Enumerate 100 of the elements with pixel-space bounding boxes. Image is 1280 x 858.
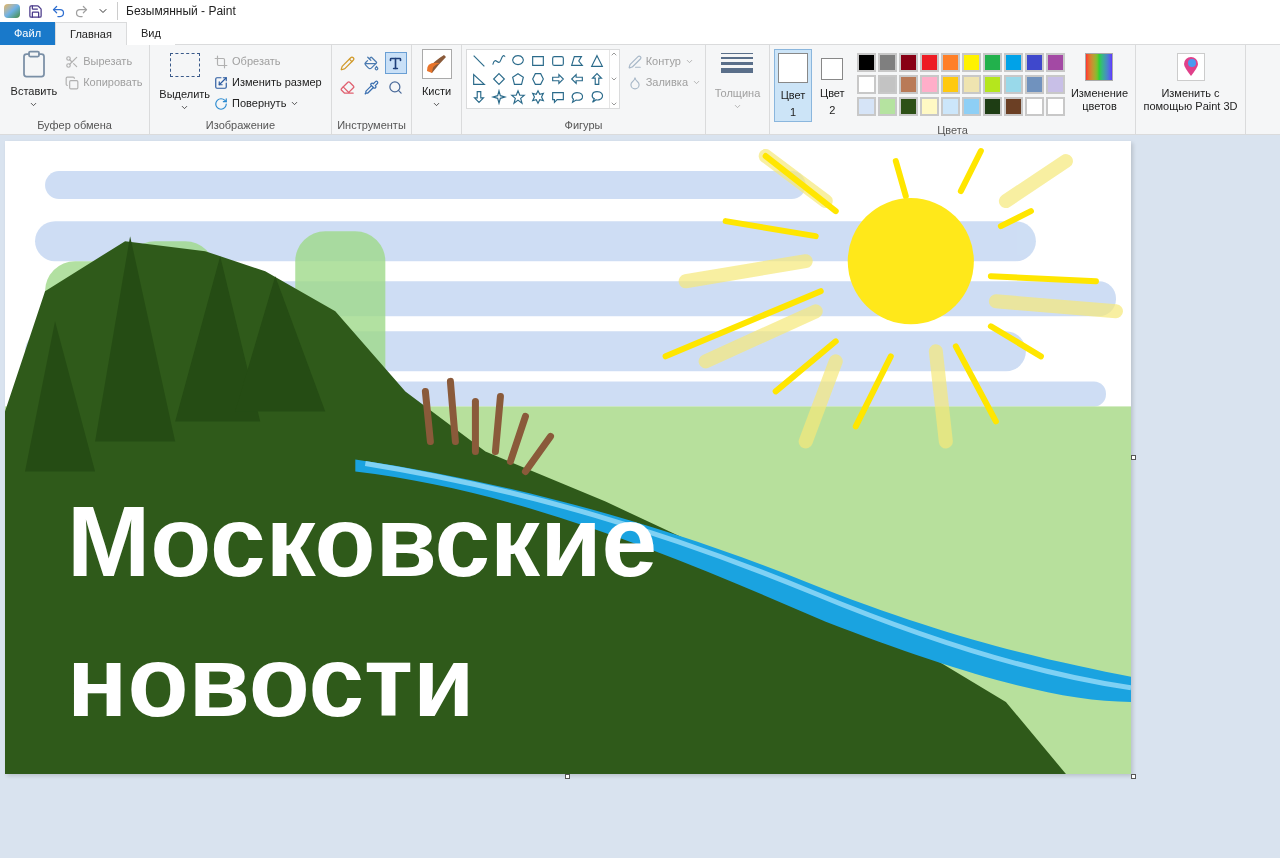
group-caption: Инструменты xyxy=(337,117,406,133)
palette-swatch[interactable] xyxy=(1003,53,1023,72)
shape-icon xyxy=(490,71,507,87)
color-slot-button[interactable]: Цвет 1 xyxy=(774,49,812,122)
shape-icon xyxy=(549,53,566,69)
eraser-icon xyxy=(340,79,355,95)
palette-swatch[interactable] xyxy=(940,97,960,116)
palette-swatch[interactable] xyxy=(877,75,897,94)
undo-icon[interactable] xyxy=(51,3,66,19)
color-slot-button[interactable]: Цвет 2 xyxy=(816,49,849,120)
ribbon-tab[interactable]: Файл xyxy=(0,22,56,45)
edit-colors-button[interactable]: Изменение цветов xyxy=(1067,49,1131,113)
shape-icon xyxy=(569,71,586,87)
palette-swatch[interactable] xyxy=(898,97,918,116)
palette-swatch[interactable] xyxy=(1024,75,1044,94)
palette-swatch[interactable] xyxy=(1003,75,1023,94)
caret-icon xyxy=(290,99,300,108)
palette-swatch[interactable] xyxy=(856,53,876,72)
palette-swatch[interactable] xyxy=(919,53,939,72)
paint-bucket-icon xyxy=(364,55,379,71)
shape-icon xyxy=(530,89,547,105)
palette-swatch[interactable] xyxy=(961,97,981,116)
shape-icon xyxy=(530,71,547,87)
tool-button[interactable] xyxy=(384,52,407,74)
window-title: Безымянный - Paint xyxy=(117,2,236,20)
palette-swatch[interactable] xyxy=(1045,53,1065,72)
resize-handle[interactable] xyxy=(1131,774,1136,779)
text-icon xyxy=(388,55,403,71)
shape-icon xyxy=(589,71,606,87)
redo-icon[interactable] xyxy=(74,3,89,19)
paste-button[interactable]: Вставить xyxy=(6,49,62,109)
resize-handle[interactable] xyxy=(1131,455,1136,460)
ribbon-tab[interactable]: Вид xyxy=(126,22,175,45)
group-caption: Цвета xyxy=(937,123,968,138)
scissors-icon xyxy=(65,54,80,69)
group-caption: Изображение xyxy=(205,117,276,133)
palette-swatch[interactable] xyxy=(919,75,939,94)
shape-icon xyxy=(510,71,527,87)
scroll-up-icon[interactable] xyxy=(610,50,619,58)
shape-icon xyxy=(471,53,487,69)
palette-swatch[interactable] xyxy=(919,97,939,116)
shape-icon xyxy=(510,89,527,105)
resize-icon xyxy=(214,75,229,90)
caret-icon xyxy=(684,57,694,66)
rotate-button[interactable]: Повернуть xyxy=(214,93,322,114)
brushes-button[interactable]: Кисти xyxy=(421,49,452,109)
shape-icon xyxy=(471,71,487,87)
shape-icon xyxy=(471,89,487,105)
paint-3d-button[interactable]: Изменить с помощью Paint 3D xyxy=(1139,49,1242,113)
shape-icon xyxy=(569,89,586,105)
palette-swatch[interactable] xyxy=(940,53,960,72)
palette-swatch[interactable] xyxy=(1003,97,1023,116)
palette-swatch[interactable] xyxy=(982,53,1002,72)
shape-icon xyxy=(530,53,547,69)
palette-swatch[interactable] xyxy=(877,53,897,72)
scroll-down-icon[interactable] xyxy=(610,75,619,83)
canvas-text: Московские xyxy=(67,484,658,599)
palette-swatch[interactable] xyxy=(940,75,960,94)
color-swatch xyxy=(778,53,808,83)
palette-swatch[interactable] xyxy=(982,97,1002,116)
shape-icon xyxy=(490,89,507,105)
caret-icon xyxy=(692,78,701,87)
drawing-canvas[interactable]: Московские новости xyxy=(5,141,1131,774)
expand-gallery-icon[interactable] xyxy=(610,100,619,108)
palette-swatch[interactable] xyxy=(961,53,981,72)
crop-icon xyxy=(214,54,229,69)
palette-swatch[interactable] xyxy=(1024,97,1044,116)
palette-swatch[interactable] xyxy=(898,53,918,72)
palette-swatch[interactable] xyxy=(1045,97,1065,116)
eyedropper-icon xyxy=(364,79,379,95)
palette-swatch[interactable] xyxy=(1024,53,1044,72)
pen-icon xyxy=(627,54,642,69)
shape-icon xyxy=(569,53,586,69)
app-icon xyxy=(4,4,20,18)
paint-3d-icon xyxy=(1176,53,1205,81)
palette-swatch[interactable] xyxy=(961,75,981,94)
line-thickness-icon xyxy=(721,53,754,73)
color-spectrum-icon xyxy=(1085,53,1114,81)
rotate-icon xyxy=(214,96,229,111)
palette-swatch[interactable] xyxy=(898,75,918,94)
shape-icon xyxy=(589,53,606,69)
palette-swatch[interactable] xyxy=(982,75,1002,94)
group-caption: Фигуры xyxy=(564,117,603,133)
select-button[interactable]: Выделить xyxy=(159,49,211,112)
resize-button[interactable]: Изменить размер xyxy=(214,72,322,93)
pencil-icon xyxy=(340,55,355,71)
resize-handle[interactable] xyxy=(565,774,570,779)
palette-swatch[interactable] xyxy=(1045,75,1065,94)
save-icon[interactable] xyxy=(28,3,43,19)
shape-icon xyxy=(589,89,606,105)
color-swatch xyxy=(821,58,844,80)
ribbon-tab[interactable]: Главная xyxy=(55,22,127,45)
selection-rectangle-icon xyxy=(169,53,200,77)
palette-swatch[interactable] xyxy=(856,75,876,94)
droplet-icon xyxy=(627,75,642,90)
canvas-text: новости xyxy=(67,624,476,739)
group-caption: Буфер обмена xyxy=(37,117,112,133)
shape-icon xyxy=(549,71,566,87)
palette-swatch[interactable] xyxy=(877,97,897,116)
palette-swatch[interactable] xyxy=(856,97,876,116)
